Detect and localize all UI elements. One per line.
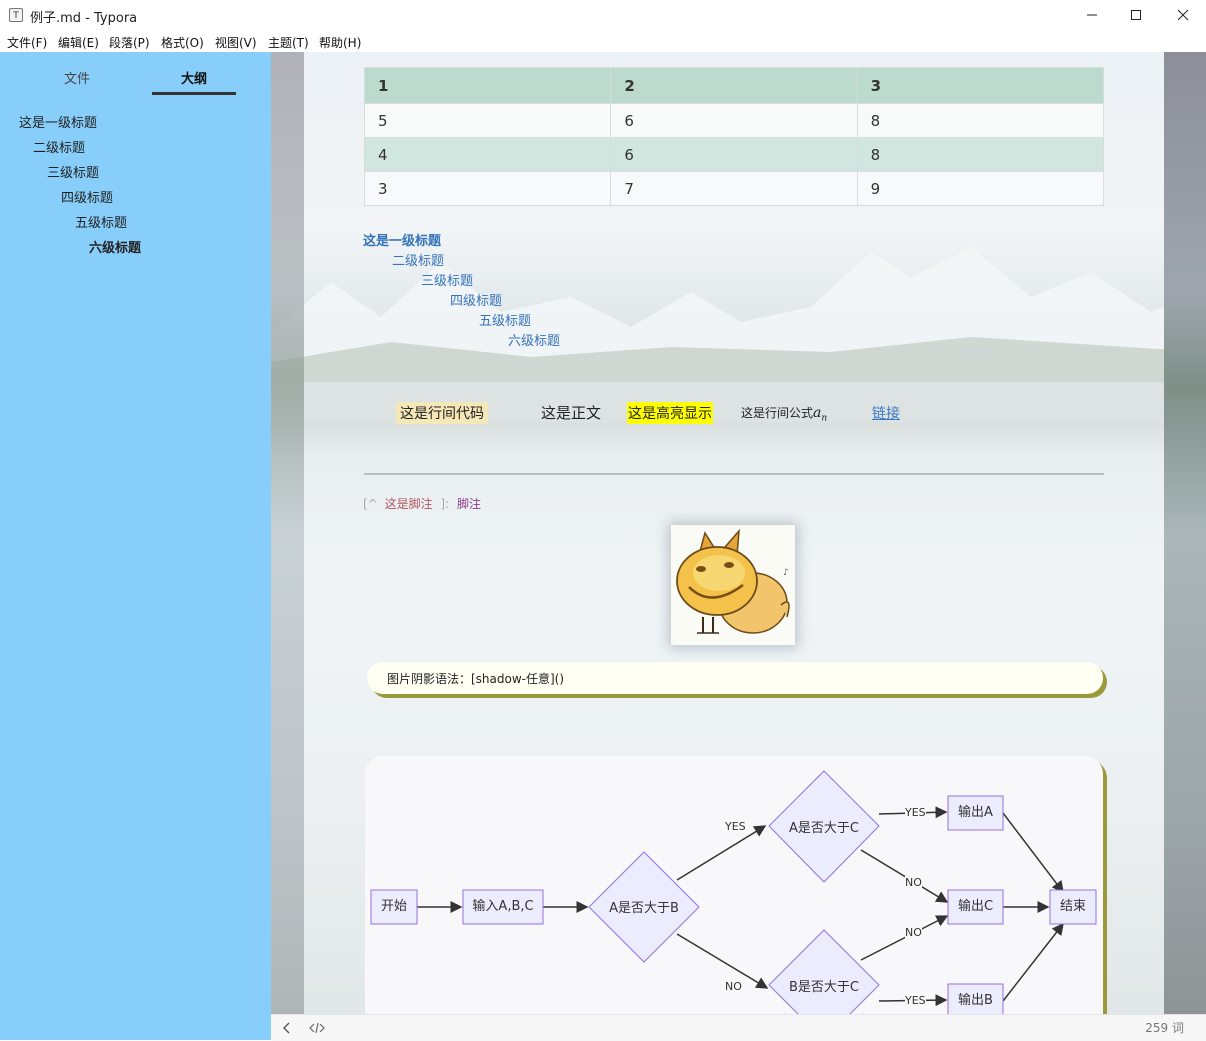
background-left-edge [271, 52, 304, 1014]
outline-item-h2[interactable]: 二级标题 [33, 137, 85, 156]
footnote-text: 这是脚注 [384, 497, 433, 511]
flow-node-a-gt-c[interactable]: A是否大于C [779, 817, 869, 836]
flow-node-a-gt-b[interactable]: A是否大于B [599, 897, 689, 916]
inline-math-prefix: 这是行间公式 [741, 406, 814, 420]
toc-link-h6[interactable]: 六级标题 [508, 330, 560, 349]
svg-text:♪: ♪ [783, 568, 789, 578]
hyperlink[interactable]: 链接 [872, 403, 900, 423]
edge-label-yes: YES [725, 820, 746, 833]
shadow-syntax-note: 图片阴影语法：[shadow-任意]() [367, 662, 1103, 694]
table-cell[interactable]: 3 [363, 171, 612, 206]
close-icon [1177, 9, 1189, 21]
menu-theme[interactable]: 主题(T) [268, 34, 309, 51]
title-bar: T 例子.md - Typora [0, 0, 1206, 30]
toc-link-h2[interactable]: 二级标题 [392, 250, 444, 269]
footnote-definition: [^ 这是脚注 ]: 脚注 [363, 495, 481, 512]
flow-node-output-a[interactable]: 输出A [948, 796, 1003, 830]
table-header-cell[interactable]: 3 [856, 67, 1105, 104]
cartoon-cat-illustration: ♪ [671, 525, 795, 645]
footnote-open-bracket: [^ [363, 497, 378, 511]
table-header-cell[interactable]: 1 [363, 67, 612, 104]
cartoon-image[interactable]: ♪ [671, 525, 795, 645]
close-button[interactable] [1160, 0, 1206, 30]
maximize-button[interactable] [1113, 0, 1159, 30]
edge-label-yes: YES [905, 994, 926, 1007]
flow-node-output-b[interactable]: 输出B [948, 984, 1003, 1014]
flow-node-b-gt-c[interactable]: B是否大于C [779, 976, 869, 995]
outline-item-h5[interactable]: 五级标题 [75, 212, 127, 231]
menu-help[interactable]: 帮助(H) [319, 34, 361, 51]
menu-view[interactable]: 视图(V) [215, 34, 257, 51]
inline-math-subscript: n [821, 413, 828, 424]
word-count[interactable]: 259 词 [1145, 1019, 1184, 1036]
inline-math: 这是行间公式an [741, 404, 827, 423]
toggle-sidebar-icon[interactable] [281, 1021, 293, 1035]
sidebar: 文件 大纲 这是一级标题 二级标题 三级标题 四级标题 五级标题 六级标题 [0, 52, 271, 1040]
footnote-close-bracket: ]: [440, 497, 450, 511]
highlight-text: 这是高亮显示 [627, 402, 713, 424]
table-cell[interactable]: 7 [610, 171, 858, 206]
flow-node-output-c[interactable]: 输出C [948, 890, 1003, 924]
tab-outline[interactable]: 大纲 [152, 68, 236, 87]
menu-file[interactable]: 文件(F) [7, 34, 47, 51]
toc-link-h1[interactable]: 这是一级标题 [363, 230, 441, 249]
toc-link-h3[interactable]: 三级标题 [421, 270, 473, 289]
shadow-syntax-text: 图片阴影语法：[shadow-任意]() [387, 672, 565, 686]
status-bar: 259 词 [271, 1014, 1206, 1041]
table-row: 5 6 8 [363, 103, 1105, 138]
edge-label-no: NO [725, 980, 742, 993]
menu-paragraph[interactable]: 段落(P) [109, 34, 150, 51]
table-cell[interactable]: 6 [610, 103, 858, 138]
table-cell[interactable]: 8 [856, 103, 1105, 138]
minimize-icon [1087, 14, 1097, 16]
horizontal-rule [364, 473, 1104, 475]
menu-edit[interactable]: 编辑(E) [58, 34, 99, 51]
outline-item-h4[interactable]: 四级标题 [61, 187, 113, 206]
window-title: 例子.md - Typora [30, 11, 138, 26]
table-cell[interactable]: 5 [363, 103, 612, 138]
footnote-label[interactable]: 脚注 [457, 497, 481, 511]
edge-label-yes: YES [905, 806, 926, 819]
menu-bar: 文件(F) 编辑(E) 段落(P) 格式(O) 视图(V) 主题(T) 帮助(H… [0, 30, 1206, 52]
outline-item-h3[interactable]: 三级标题 [47, 162, 99, 181]
table-cell[interactable]: 6 [610, 137, 858, 172]
background-right-edge [1164, 52, 1206, 1014]
table-cell[interactable]: 4 [363, 137, 612, 172]
flow-node-input[interactable]: 输入A,B,C [463, 890, 543, 924]
edge-label-no: NO [905, 876, 922, 889]
inline-styles-paragraph: 这是行间代码 这是正文 这是高亮显示 这是行间公式an 链接 [396, 402, 1036, 424]
outline-item-h6[interactable]: 六级标题 [89, 237, 141, 256]
editor-area[interactable]: 1 2 3 5 6 8 4 6 8 3 7 9 这是一级标题 二级标题 三级标题… [271, 52, 1206, 1014]
markdown-table[interactable]: 1 2 3 5 6 8 4 6 8 3 7 9 [363, 67, 1105, 206]
toc-link-h5[interactable]: 五级标题 [479, 310, 531, 329]
minimize-button[interactable] [1069, 0, 1115, 30]
flow-node-end[interactable]: 结束 [1050, 890, 1096, 924]
table-row: 3 7 9 [363, 171, 1105, 206]
tab-files[interactable]: 文件 [35, 68, 119, 87]
table-header-cell[interactable]: 2 [610, 67, 858, 104]
maximize-icon [1131, 10, 1141, 20]
table-header-row: 1 2 3 [363, 67, 1105, 104]
source-code-mode-icon[interactable] [308, 1021, 326, 1035]
typora-app-icon: T [9, 8, 23, 22]
table-row: 4 6 8 [363, 137, 1105, 172]
inline-code: 这是行间代码 [396, 402, 488, 424]
body-text: 这是正文 [541, 404, 602, 422]
active-tab-indicator [152, 92, 236, 95]
table-cell[interactable]: 9 [856, 171, 1105, 206]
flowchart-container[interactable]: 开始 输入A,B,C A是否大于B A是否大于C B是否大于C 输出A 输出C … [365, 756, 1103, 1014]
table-cell[interactable]: 8 [856, 137, 1105, 172]
toc-link-h4[interactable]: 四级标题 [450, 290, 502, 309]
outline-item-h1[interactable]: 这是一级标题 [19, 112, 97, 131]
menu-format[interactable]: 格式(O) [161, 34, 204, 51]
flow-node-start[interactable]: 开始 [371, 890, 417, 924]
edge-label-no: NO [905, 926, 922, 939]
flowchart-diagram [370, 770, 1097, 1014]
